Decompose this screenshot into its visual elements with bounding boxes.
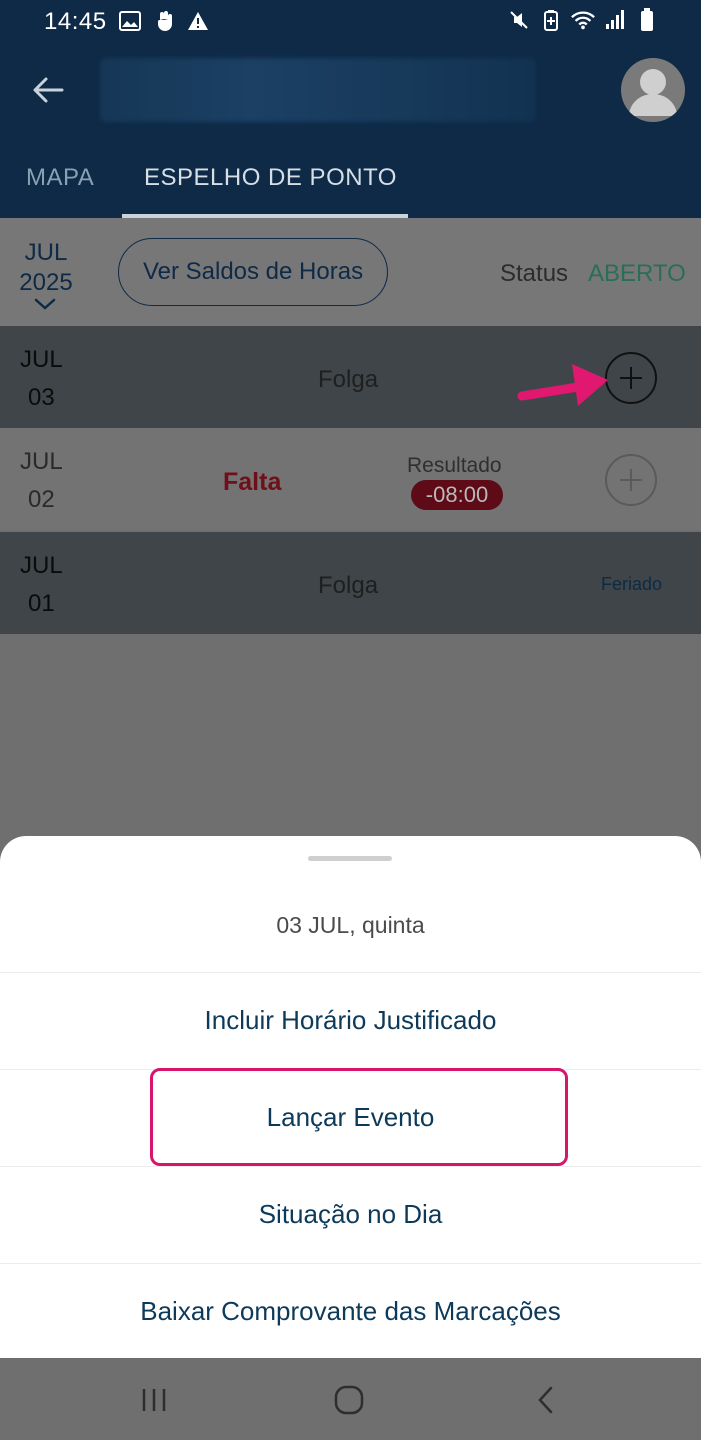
status-right-icons xyxy=(507,8,659,32)
menu-item-situacao-no-dia[interactable]: Situação no Dia xyxy=(0,1166,701,1262)
day-status: Falta xyxy=(223,468,282,496)
add-event-button[interactable] xyxy=(605,352,657,404)
battery-icon xyxy=(635,8,659,32)
mute-icon xyxy=(507,8,531,32)
wifi-icon xyxy=(571,8,595,32)
day-number: 01 xyxy=(28,590,55,617)
system-nav-bar xyxy=(0,1358,701,1440)
day-month: JUL xyxy=(20,448,63,475)
day-number: 03 xyxy=(28,384,55,411)
highlight-annotation xyxy=(150,1068,568,1166)
sheet-drag-handle[interactable] xyxy=(308,856,392,861)
year-label: 2025 xyxy=(19,269,73,296)
recent-apps-icon[interactable] xyxy=(134,1380,174,1420)
status-time: 14:45 xyxy=(44,8,107,35)
menu-item-incluir-horario[interactable]: Incluir Horário Justificado xyxy=(0,972,701,1068)
holiday-tag: Feriado xyxy=(601,574,663,594)
blurred-app-title xyxy=(100,58,536,122)
tab-espelho-de-ponto[interactable]: ESPELHO DE PONTO xyxy=(144,164,397,192)
avatar[interactable] xyxy=(621,58,685,122)
home-icon[interactable] xyxy=(329,1380,369,1420)
day-number: 02 xyxy=(28,486,55,513)
day-month: JUL xyxy=(20,552,63,579)
user-icon xyxy=(629,69,677,116)
status-left-icons xyxy=(118,9,210,33)
arrow-left-icon[interactable] xyxy=(28,70,68,110)
chevron-down-icon[interactable] xyxy=(33,296,57,312)
image-icon xyxy=(118,9,142,33)
tab-bar: MAPA ESPELHO DE PONTO xyxy=(0,140,701,218)
month-selector[interactable]: JUL 2025 xyxy=(18,238,74,298)
sheet-title: 03 JUL, quinta xyxy=(276,912,425,938)
day-row-01[interactable]: JUL 01 Folga Feriado xyxy=(0,532,701,634)
annotation-arrow-icon xyxy=(517,364,608,406)
result-badge: -08:00 xyxy=(411,480,503,510)
hand-icon xyxy=(152,9,176,33)
plus-icon xyxy=(620,469,642,491)
back-nav-icon[interactable] xyxy=(526,1380,566,1420)
plus-icon xyxy=(620,367,642,389)
result-label: Resultado xyxy=(407,454,502,477)
status-value: ABERTO xyxy=(588,260,686,287)
status-label: Status xyxy=(500,260,569,287)
day-status: Folga xyxy=(318,572,379,599)
signal-icon xyxy=(603,8,627,32)
tab-mapa[interactable]: MAPA xyxy=(26,164,94,192)
day-status: Folga xyxy=(318,366,379,393)
menu-item-baixar-comprovante[interactable]: Baixar Comprovante das Marcações xyxy=(0,1263,701,1359)
day-month: JUL xyxy=(20,346,63,373)
bottom-sheet: 03 JUL, quinta Incluir Horário Justifica… xyxy=(0,836,701,1358)
day-row-02[interactable]: JUL 02 Falta Resultado -08:00 xyxy=(0,428,701,530)
app-bar xyxy=(0,42,701,140)
period-row: JUL 2025 Ver Saldos de Horas Status ABER… xyxy=(0,218,701,326)
battery-saver-icon xyxy=(539,8,563,32)
warning-icon xyxy=(186,9,210,33)
add-event-button[interactable] xyxy=(605,454,657,506)
status-bar: 14:45 xyxy=(0,0,701,42)
ver-saldos-button[interactable]: Ver Saldos de Horas xyxy=(118,238,388,306)
month-label: JUL xyxy=(24,239,68,266)
